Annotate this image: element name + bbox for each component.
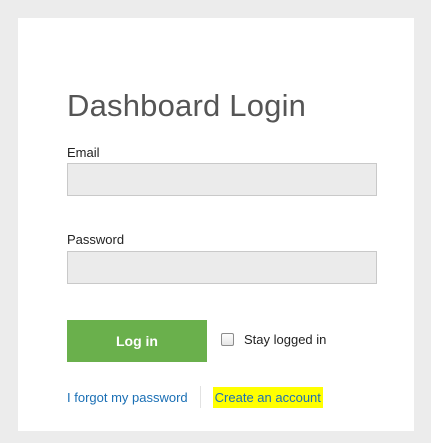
create-account-link[interactable]: Create an account — [212, 386, 323, 408]
email-field[interactable] — [67, 163, 377, 196]
stay-logged-in-option[interactable]: Stay logged in — [221, 332, 326, 347]
stay-logged-in-checkbox[interactable] — [221, 333, 234, 346]
email-label: Email — [67, 145, 100, 160]
stay-logged-in-label: Stay logged in — [244, 332, 327, 347]
link-divider — [199, 386, 201, 408]
password-field[interactable] — [67, 251, 377, 284]
page-title: Dashboard Login — [67, 88, 307, 123]
login-button[interactable]: Log in — [67, 320, 207, 362]
account-links: I forgot my password Create an account — [67, 386, 323, 408]
password-label: Password — [67, 232, 125, 247]
login-card: Dashboard Login Email Password Log in St… — [18, 18, 414, 431]
forgot-password-link[interactable]: I forgot my password — [67, 390, 188, 405]
